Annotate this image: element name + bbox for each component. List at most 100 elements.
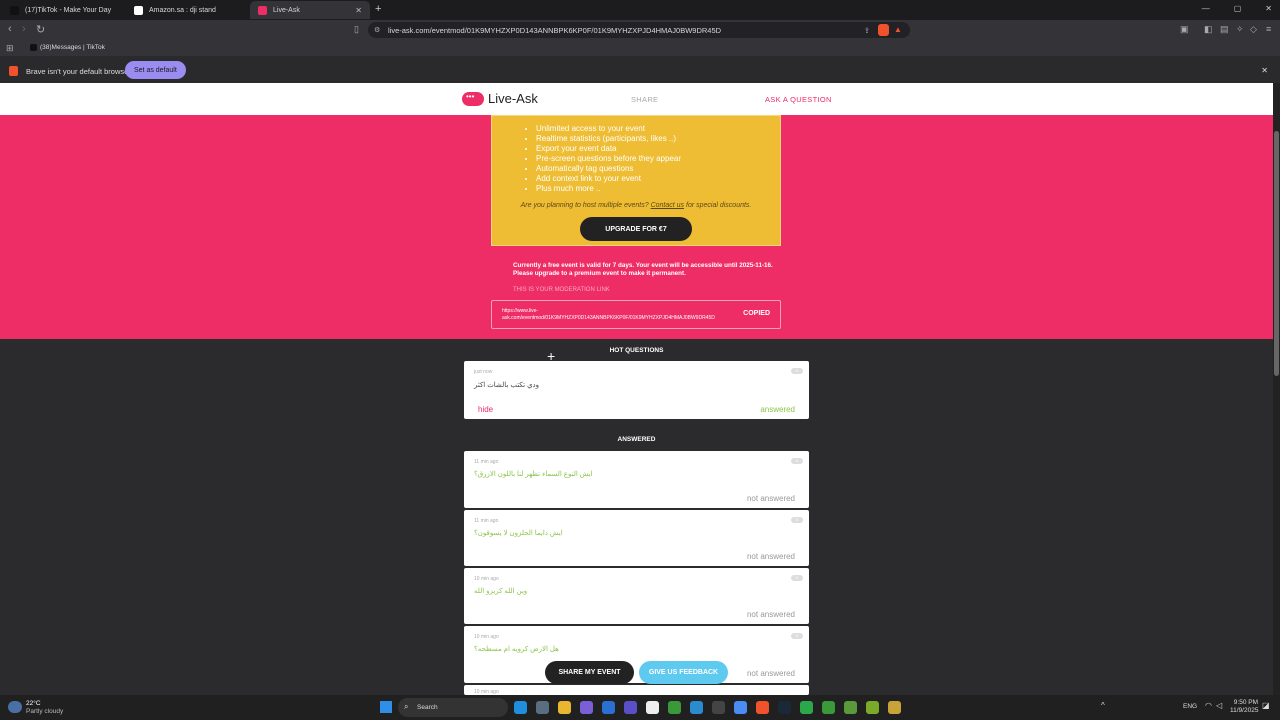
- app-header: Live-Ask SHARE ASK A QUESTION: [0, 83, 1273, 115]
- minimize-icon[interactable]: —: [1202, 4, 1210, 13]
- share-icon[interactable]: ⇪: [864, 26, 870, 35]
- app-icon[interactable]: [580, 701, 593, 714]
- tab-live-ask[interactable]: Live-Ask ✕: [250, 1, 370, 19]
- brave-rewards-icon[interactable]: ▲: [894, 25, 902, 34]
- multiple-events-note: Are you planning to host multiple events…: [520, 202, 752, 209]
- brave-logo-icon: [9, 66, 18, 76]
- vpn-icon[interactable]: ◇: [1250, 24, 1257, 35]
- copied-button[interactable]: COPIED: [743, 310, 770, 317]
- language-indicator[interactable]: ENG: [1183, 703, 1197, 710]
- live-ask-logo-icon: [462, 92, 484, 106]
- tab-tiktok[interactable]: (17)TikTok - Make Your Day: [2, 1, 126, 19]
- chrome-icon[interactable]: [734, 701, 747, 714]
- close-window-icon[interactable]: ✕: [1265, 4, 1272, 13]
- reader-icon[interactable]: ▣: [1180, 24, 1189, 35]
- weather-text[interactable]: Partly cloudy: [26, 708, 63, 715]
- widget-icon[interactable]: [536, 701, 549, 714]
- leo-icon[interactable]: ✧: [1236, 24, 1244, 35]
- hot-question-card: just now 0 ودي تكتب بالشات اكثر hide ans…: [464, 361, 809, 419]
- hide-button[interactable]: hide: [478, 405, 493, 414]
- excel-icon[interactable]: [800, 701, 813, 714]
- not-answered-toggle[interactable]: not answered: [747, 669, 795, 678]
- app-icon[interactable]: [866, 701, 879, 714]
- github-icon[interactable]: [712, 701, 725, 714]
- app-icon[interactable]: [822, 701, 835, 714]
- edge-icon[interactable]: [514, 701, 527, 714]
- back-icon[interactable]: ‹: [8, 23, 12, 35]
- tab-amazon[interactable]: Amazon.sa : dji stand: [126, 1, 250, 19]
- question-text: هل الارض كرويه ام مسطحه؟: [474, 646, 559, 653]
- nav-ask-question[interactable]: ASK A QUESTION: [765, 95, 832, 104]
- brave-taskbar-icon[interactable]: [756, 701, 769, 714]
- bookmark-icon[interactable]: ▯: [354, 24, 359, 35]
- weather-temp[interactable]: 22°C: [26, 700, 41, 707]
- like-count[interactable]: 0: [791, 458, 803, 464]
- tab-bar: (17)TikTok - Make Your Day Amazon.sa : d…: [0, 0, 1280, 20]
- upgrade-button[interactable]: UPGRADE FOR €7: [580, 217, 692, 241]
- search-icon: ⌕: [404, 702, 409, 711]
- question-time: 11 min ago: [474, 459, 499, 465]
- set-default-button[interactable]: Set as default: [125, 61, 186, 79]
- clock-date[interactable]: 11/9/2025: [1230, 707, 1258, 714]
- list-item: Plus much more ..: [536, 184, 681, 194]
- reload-icon[interactable]: ↻: [36, 23, 45, 36]
- bookmark-messages[interactable]: (38)Messages | TikTok: [40, 44, 105, 51]
- file-explorer-icon[interactable]: [558, 701, 571, 714]
- weather-icon[interactable]: [8, 701, 22, 713]
- answered-toggle[interactable]: answered: [760, 405, 795, 414]
- list-item: Automatically tag questions: [536, 164, 681, 174]
- windows-start-icon[interactable]: [380, 701, 392, 713]
- site-info-icon[interactable]: ⚙: [374, 26, 380, 34]
- answered-question-card: 10 min ago 0 وين الله كريزو الله not ans…: [464, 568, 809, 624]
- minecraft-icon[interactable]: [844, 701, 857, 714]
- wallet-icon[interactable]: ▤: [1220, 24, 1229, 35]
- logo-text[interactable]: Live-Ask: [488, 91, 538, 106]
- share-event-button[interactable]: SHARE MY EVENT: [545, 661, 634, 684]
- sidebar-icon[interactable]: ◧: [1204, 24, 1213, 35]
- amazon-icon: [134, 5, 143, 15]
- answered-question-card: 11 min ago 0 ايش دايما الحلزون لا يسوقون…: [464, 510, 809, 566]
- question-text: ودي تكتب بالشات اكثر: [474, 382, 540, 389]
- menu-icon[interactable]: ≡: [1266, 24, 1271, 34]
- wifi-icon[interactable]: ◠: [1205, 701, 1212, 710]
- list-item: Unlimited access to your event: [536, 124, 681, 134]
- telegram-icon[interactable]: [690, 701, 703, 714]
- like-count[interactable]: 0: [791, 633, 803, 639]
- page-scrollbar[interactable]: [1273, 83, 1280, 695]
- scrollbar-thumb[interactable]: [1274, 131, 1279, 376]
- not-answered-toggle[interactable]: not answered: [747, 494, 795, 503]
- like-count[interactable]: 0: [791, 517, 803, 523]
- browser-toolbar: ‹ › ↻ ▯ ⚙ live-ask.com/eventmod/01K9MYHZ…: [0, 20, 1280, 40]
- close-tab-icon[interactable]: ✕: [355, 6, 362, 15]
- taskbar-search[interactable]: ⌕ Search: [398, 698, 508, 717]
- not-answered-toggle[interactable]: not answered: [747, 552, 795, 561]
- clock-time[interactable]: 9:50 PM: [1230, 699, 1258, 706]
- close-infobar-icon[interactable]: ✕: [1261, 66, 1268, 75]
- moderation-link[interactable]: https://www.live-ask.com/eventmod/01K9MY…: [502, 308, 732, 321]
- xbox-icon[interactable]: [668, 701, 681, 714]
- apps-icon[interactable]: ⊞: [6, 43, 14, 54]
- tiktok-app-icon[interactable]: [646, 701, 659, 714]
- not-answered-toggle[interactable]: not answered: [747, 610, 795, 619]
- forward-icon[interactable]: ›: [22, 23, 26, 35]
- feedback-button[interactable]: GIVE US FEEDBACK: [639, 661, 728, 684]
- like-count[interactable]: 0: [791, 575, 803, 581]
- nav-share[interactable]: SHARE: [631, 95, 658, 104]
- app-icon[interactable]: [602, 701, 615, 714]
- like-count[interactable]: 0: [791, 368, 803, 374]
- question-time: just now: [474, 369, 493, 375]
- app-icon[interactable]: [888, 701, 901, 714]
- contact-us-link[interactable]: Contact us: [651, 202, 684, 209]
- maximize-icon[interactable]: ▢: [1234, 4, 1242, 13]
- tray-chevron-icon[interactable]: ^: [1101, 701, 1105, 710]
- address-bar[interactable]: ⚙ live-ask.com/eventmod/01K9MYHZXP0D143A…: [368, 22, 910, 38]
- volume-icon[interactable]: ◁: [1216, 701, 1222, 710]
- new-tab-icon[interactable]: +: [375, 3, 381, 15]
- moderation-link-box[interactable]: https://www.live-ask.com/eventmod/01K9MY…: [491, 300, 781, 329]
- notification-icon[interactable]: ◪: [1262, 701, 1270, 710]
- steam-icon[interactable]: [778, 701, 791, 714]
- answered-question-card: 10 min ago 0 هل الارض كرويه ام مسطحه؟ no…: [464, 626, 809, 683]
- brave-shields-icon[interactable]: [878, 24, 889, 36]
- question-time: 10 min ago: [474, 576, 499, 582]
- app-icon[interactable]: [624, 701, 637, 714]
